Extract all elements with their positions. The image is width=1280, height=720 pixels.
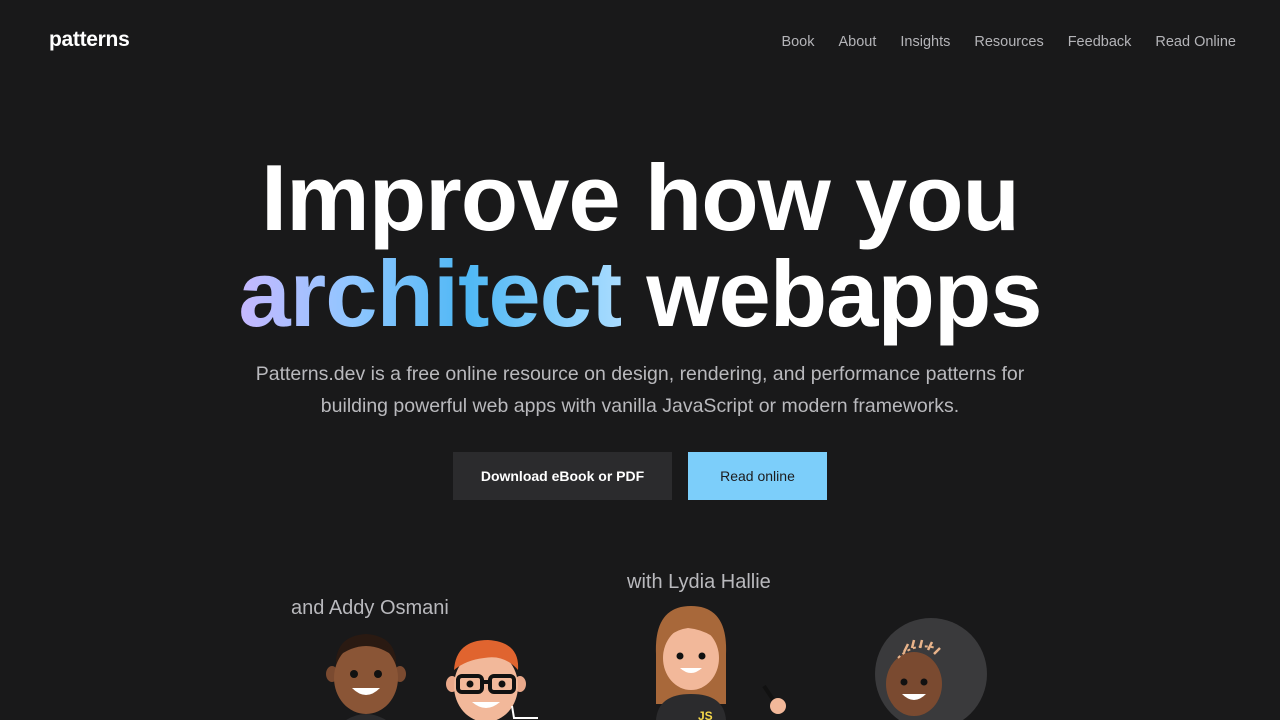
page: patterns Book About Insights Resources F… [0,0,1280,720]
hero-title: Improve how you architect webapps [0,150,1280,342]
avatar-man-1 [326,634,406,720]
hero-title-line-2: architect webapps [0,246,1280,342]
avatar-woman: JS [655,606,727,720]
logo-link[interactable]: patterns [49,28,130,52]
lydia-caption: with Lydia Hallie [627,571,771,593]
nav-insights[interactable]: Insights [900,34,950,50]
nav-about[interactable]: About [839,34,877,50]
nav-resources[interactable]: Resources [974,34,1043,50]
site-header: patterns Book About Insights Resources F… [0,0,1280,88]
read-online-button[interactable]: Read online [688,452,827,500]
laptop-icon [511,705,538,719]
hero-subtitle: Patterns.dev is a free online resource o… [255,363,1025,417]
raised-hand-icon [762,684,786,714]
download-ebook-button[interactable]: Download eBook or PDF [453,452,672,500]
hero-title-line-1: Improve how you [261,145,1020,250]
hero-title-rest: webapps [621,241,1042,346]
nav-read-online[interactable]: Read Online [1155,34,1236,50]
nav-book[interactable]: Book [781,34,814,50]
main-nav: Book About Insights Resources Feedback R… [781,34,1236,50]
hero-title-accent: architect [238,241,622,346]
avatar-person-afro [875,618,987,720]
nav-feedback[interactable]: Feedback [1068,34,1132,50]
shirt-text: JS [698,709,713,720]
addy-caption: and Addy Osmani [291,597,449,619]
